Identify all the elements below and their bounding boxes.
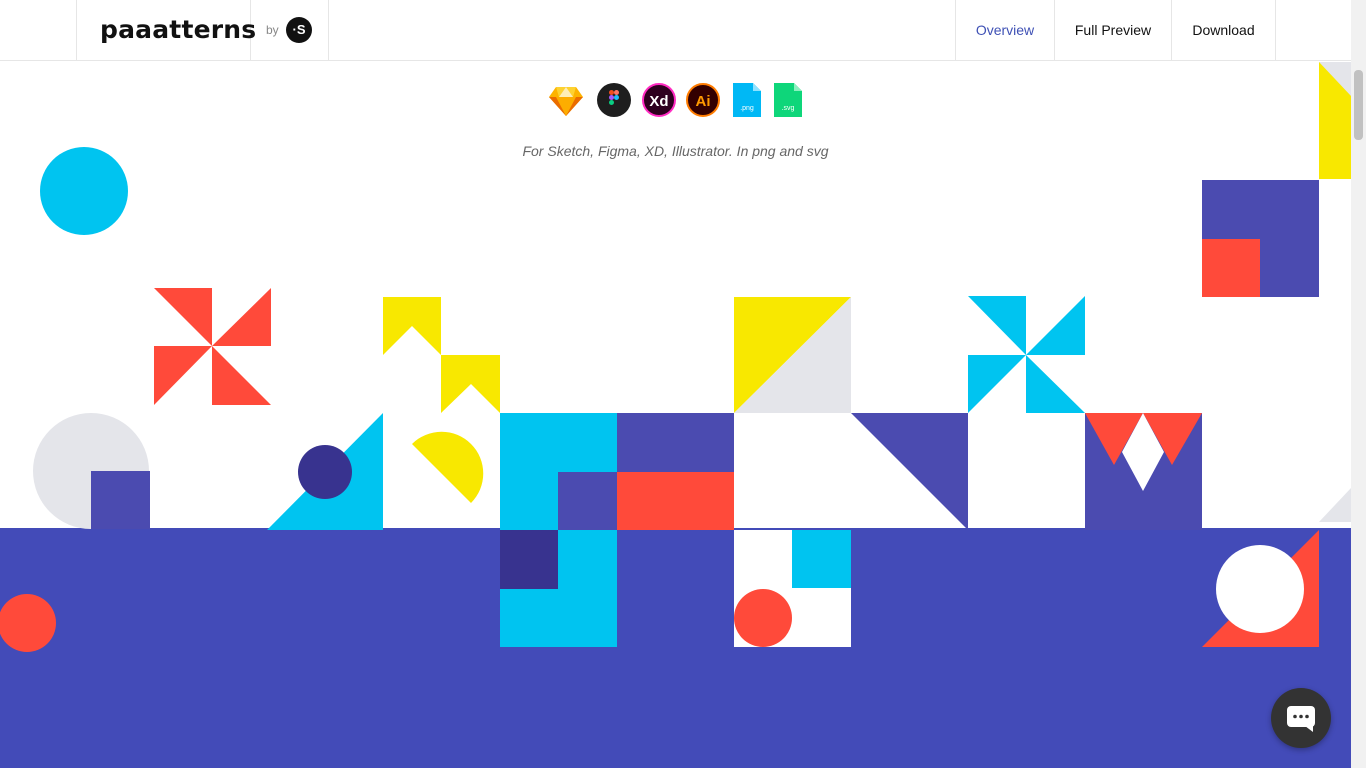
grey-corner-shape — [1319, 488, 1351, 522]
indigo-triangle-shape — [851, 413, 968, 530]
red-pinwheel-shape — [154, 288, 271, 405]
page-scrollbar[interactable] — [1351, 0, 1366, 768]
nav-end-cell — [1275, 0, 1351, 60]
red-block-shape — [617, 472, 734, 530]
cyan-circle-shape — [40, 147, 128, 235]
brand-cell[interactable]: paaatterns — [76, 0, 256, 60]
red-circle-shape — [0, 594, 56, 652]
yellow-half-circle-shape — [412, 431, 484, 503]
top-header: paaatterns by ·S Overview Full Preview D… — [0, 0, 1351, 61]
by-label: by — [266, 23, 279, 37]
nav-full-preview[interactable]: Full Preview — [1054, 0, 1171, 60]
geometric-pattern — [0, 62, 1351, 652]
chat-bubble-icon — [1287, 706, 1315, 732]
cyan-pinwheel-shape — [968, 296, 1085, 413]
brand-logo-text[interactable]: paaatterns — [100, 15, 256, 44]
indigo-block-shape — [617, 413, 734, 472]
yellow-notch-shape — [383, 297, 500, 413]
scrollbar-thumb[interactable] — [1354, 70, 1363, 140]
author-logo-icon[interactable]: ·S — [286, 17, 312, 43]
nav-download[interactable]: Download — [1171, 0, 1275, 60]
nav-overview[interactable]: Overview — [955, 0, 1054, 60]
white-circle-shape — [1216, 545, 1304, 633]
main-nav: Overview Full Preview Download — [955, 0, 1351, 60]
by-author-cell[interactable]: by ·S — [250, 0, 329, 60]
chat-button[interactable] — [1271, 688, 1331, 748]
indigo-square-shape — [91, 471, 150, 529]
dark-dot-shape — [298, 445, 352, 499]
